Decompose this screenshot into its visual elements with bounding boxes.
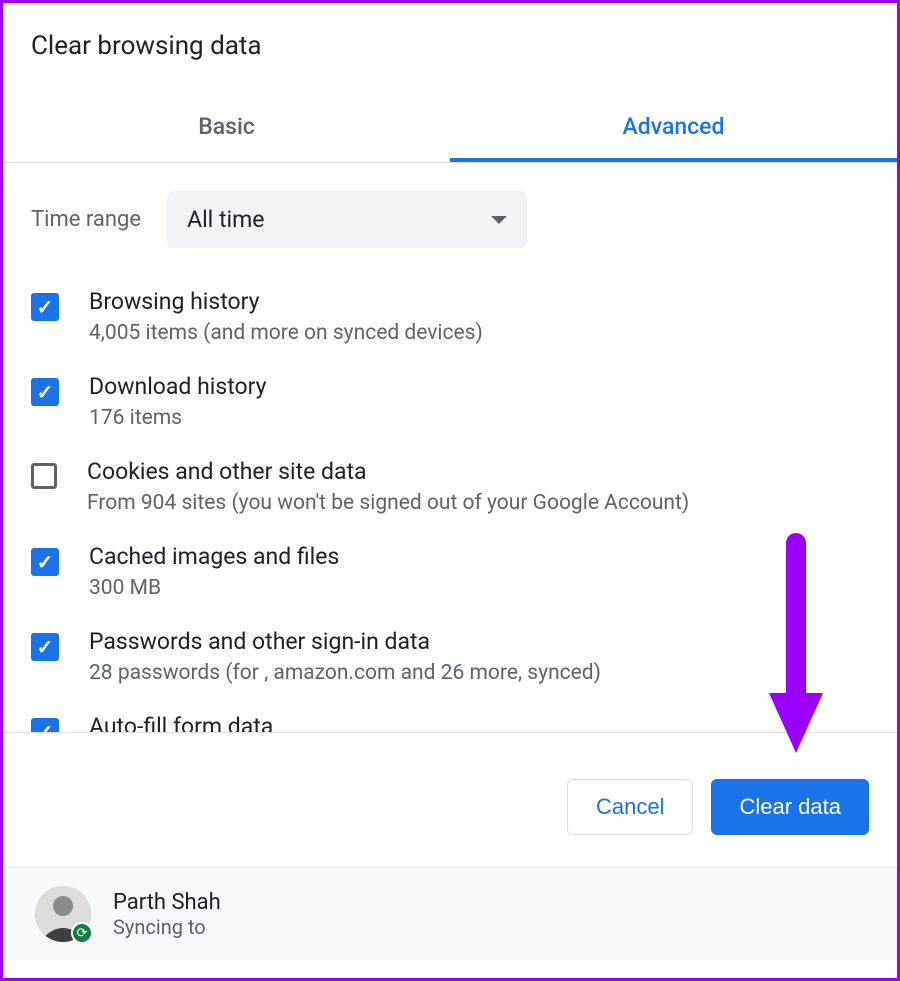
account-name: Parth Shah [113,890,221,915]
item-subtitle: 4,005 items (and more on synced devices) [89,321,869,345]
sync-badge-icon: ⟳ [71,922,93,944]
checkbox-cached-images[interactable]: ✓ [31,548,59,576]
checkbox-cookies[interactable] [31,463,57,489]
check-icon: ✓ [37,295,54,319]
tab-advanced[interactable]: Advanced [450,95,897,162]
item-title: Cookies and other site data [87,458,869,485]
item-title: Auto-fill form data [89,713,869,733]
checkbox-autofill[interactable]: ✓ [31,718,59,733]
time-range-label: Time range [31,207,141,232]
tab-basic[interactable]: Basic [3,95,450,162]
item-title: Browsing history [89,288,869,315]
check-icon: ✓ [37,635,54,659]
account-status: Syncing to [113,915,221,939]
time-range-select[interactable]: All time [167,191,527,248]
dropdown-caret-icon [491,216,507,224]
item-title: Cached images and files [89,543,869,570]
item-title: Passwords and other sign-in data [89,628,869,655]
check-icon: ✓ [37,720,54,733]
item-subtitle: 176 items [89,406,869,430]
check-icon: ✓ [37,550,54,574]
clear-data-button[interactable]: Clear data [711,779,869,835]
item-subtitle: From 904 sites (you won't be signed out … [87,491,869,515]
item-title: Download history [89,373,869,400]
account-bar: ⟳ Parth Shah Syncing to [3,867,897,960]
time-range-value: All time [187,206,264,233]
checkbox-browsing-history[interactable]: ✓ [31,293,59,321]
content-area: Time range All time ✓ Browsing history 4… [3,163,897,733]
item-subtitle: 300 MB [89,576,869,600]
item-subtitle: 28 passwords (for , amazon.com and 26 mo… [89,661,869,685]
checkbox-download-history[interactable]: ✓ [31,378,59,406]
dialog-title: Clear browsing data [31,31,869,61]
cancel-button[interactable]: Cancel [567,779,693,835]
tab-bar: Basic Advanced [3,95,897,163]
check-icon: ✓ [37,380,54,404]
checkbox-passwords[interactable]: ✓ [31,633,59,661]
